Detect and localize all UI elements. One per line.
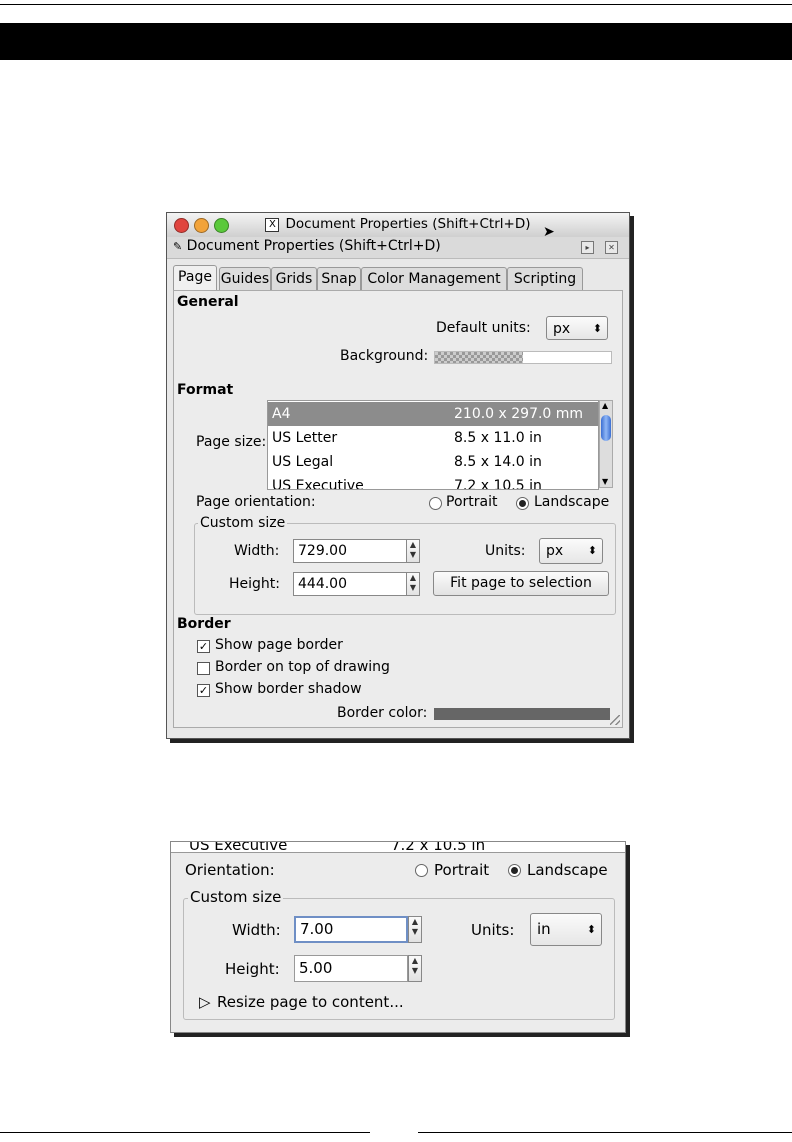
portrait-label: Portrait	[446, 494, 498, 510]
portrait-label: Portrait	[434, 861, 490, 879]
window-title: X Document Properties (Shift+Ctrl+D)	[167, 216, 629, 232]
partial-row-dims: 7.2 x 10.5 in	[391, 842, 486, 853]
dock-iconify-icon[interactable]: ▸	[581, 241, 594, 254]
page-tab-panel: General Default units: px ⬍ Background: …	[173, 290, 623, 728]
size-name: US Letter	[272, 430, 338, 446]
border-heading: Border	[177, 616, 231, 632]
size-dims: 210.0 x 297.0 mm	[454, 406, 584, 422]
fit-page-to-selection-button[interactable]: Fit page to selection	[433, 571, 609, 596]
tab-snap[interactable]: Snap	[317, 267, 361, 290]
title-bar: X Document Properties (Shift+Ctrl+D) ➤	[167, 213, 629, 240]
landscape-radio[interactable]	[516, 497, 529, 510]
size-name: US Executive	[272, 478, 364, 490]
portrait-radio[interactable]	[415, 864, 428, 877]
custom-size-label: Custom size	[198, 515, 288, 531]
background-color-swatch[interactable]	[434, 351, 612, 364]
height-input[interactable]: 5.00	[294, 955, 408, 982]
custom-size-frame	[194, 523, 616, 615]
width-input[interactable]: 7.00	[294, 916, 408, 943]
document-properties-window: X Document Properties (Shift+Ctrl+D) ➤ ✎ …	[166, 212, 630, 739]
partial-list-row: US Executive 7.2 x 10.5 in	[171, 842, 625, 853]
size-name: A4	[272, 406, 291, 422]
landscape-label: Landscape	[534, 494, 610, 510]
width-label: Width:	[234, 543, 280, 559]
border-color-swatch[interactable]	[434, 708, 610, 720]
scroll-up-icon[interactable]: ▲	[602, 401, 608, 410]
list-item[interactable]: US Legal 8.5 x 14.0 in	[268, 450, 598, 474]
width-spin-buttons[interactable]: ▲ ▼	[406, 539, 420, 563]
dock-close-icon[interactable]: ✕	[605, 241, 618, 254]
width-spin-buttons[interactable]: ▲ ▼	[408, 916, 422, 943]
portrait-radio[interactable]	[429, 497, 442, 510]
units-value: in	[537, 920, 551, 938]
tab-scripting[interactable]: Scripting	[507, 267, 583, 290]
expand-triangle-icon[interactable]: ▷	[199, 993, 211, 1011]
page-size-scrollbar[interactable]: ▲ ▼	[599, 400, 613, 488]
dock-title: ✎ Document Properties (Shift+Ctrl+D)	[173, 238, 441, 254]
x11-icon: X	[265, 218, 280, 232]
bottom-rule-left	[0, 1132, 370, 1133]
tab-color-management[interactable]: Color Management	[361, 267, 507, 290]
height-label: Height:	[225, 960, 280, 978]
size-dims: 7.2 x 10.5 in	[454, 478, 542, 490]
updown-arrows-icon: ⬍	[587, 544, 597, 557]
resize-grip-icon[interactable]	[610, 715, 620, 725]
units-select[interactable]: px ⬍	[539, 538, 603, 564]
border-on-top-checkbox[interactable]	[197, 662, 210, 675]
size-name: US Legal	[272, 454, 334, 470]
default-units-select[interactable]: px ⬍	[546, 316, 608, 340]
size-dims: 8.5 x 14.0 in	[454, 454, 542, 470]
page-orientation-label: Page orientation:	[196, 494, 316, 510]
height-label: Height:	[229, 576, 280, 592]
orientation-label: Orientation:	[185, 861, 275, 879]
checkerboard-pattern	[435, 352, 523, 363]
height-spin-buttons[interactable]: ▲ ▼	[408, 955, 422, 982]
border-on-top-label: Border on top of drawing	[215, 659, 390, 675]
top-rule	[0, 4, 792, 5]
width-input[interactable]: 729.00	[293, 539, 407, 563]
page-size-list[interactable]: A4 210.0 x 297.0 mm US Letter 8.5 x 11.0…	[267, 400, 599, 490]
landscape-radio[interactable]	[508, 864, 521, 877]
units-label: Units:	[485, 543, 526, 559]
units-select[interactable]: in ⬍	[530, 913, 602, 946]
units-value: px	[546, 543, 564, 559]
width-label: Width:	[232, 921, 281, 939]
scroll-thumb[interactable]	[601, 415, 611, 441]
resize-page-to-content-expander[interactable]: Resize page to content...	[217, 993, 404, 1011]
border-color-label: Border color:	[337, 705, 428, 721]
height-input[interactable]: 444.00	[293, 572, 407, 596]
wrench-icon: ✎	[173, 240, 183, 253]
partial-row-name: US Executive	[189, 842, 288, 853]
show-page-border-label: Show page border	[215, 637, 343, 653]
updown-arrows-icon: ⬍	[592, 322, 602, 335]
units-label: Units:	[471, 921, 515, 939]
updown-arrows-icon: ⬍	[586, 923, 596, 936]
list-item[interactable]: US Letter 8.5 x 11.0 in	[268, 426, 598, 450]
list-item[interactable]: US Executive 7.2 x 10.5 in	[268, 474, 598, 490]
tab-page[interactable]: Page	[173, 265, 217, 291]
custom-size-label: Custom size	[188, 888, 284, 906]
tab-grids[interactable]: Grids	[271, 267, 317, 290]
show-page-border-checkbox[interactable]: ✓	[197, 640, 210, 653]
dock-title-bar: ✎ Document Properties (Shift+Ctrl+D) ▸ ✕	[167, 237, 629, 259]
format-heading: Format	[177, 382, 234, 398]
page-size-label: Page size:	[196, 434, 267, 450]
show-border-shadow-checkbox[interactable]: ✓	[197, 684, 210, 697]
height-spin-buttons[interactable]: ▲ ▼	[406, 572, 420, 596]
bottom-rule-right	[418, 1132, 792, 1133]
default-units-label: Default units:	[436, 320, 531, 336]
scroll-down-icon[interactable]: ▼	[602, 477, 608, 486]
list-item[interactable]: A4 210.0 x 297.0 mm	[268, 402, 598, 426]
general-heading: General	[177, 294, 239, 310]
tab-guides[interactable]: Guides	[219, 267, 271, 290]
header-bar	[0, 23, 792, 60]
show-border-shadow-label: Show border shadow	[215, 681, 362, 697]
default-units-value: px	[553, 321, 571, 337]
size-dims: 8.5 x 11.0 in	[454, 430, 542, 446]
background-label: Background:	[340, 348, 429, 364]
custom-size-closeup: US Executive 7.2 x 10.5 in Orientation: …	[170, 841, 626, 1033]
landscape-label: Landscape	[527, 861, 608, 879]
